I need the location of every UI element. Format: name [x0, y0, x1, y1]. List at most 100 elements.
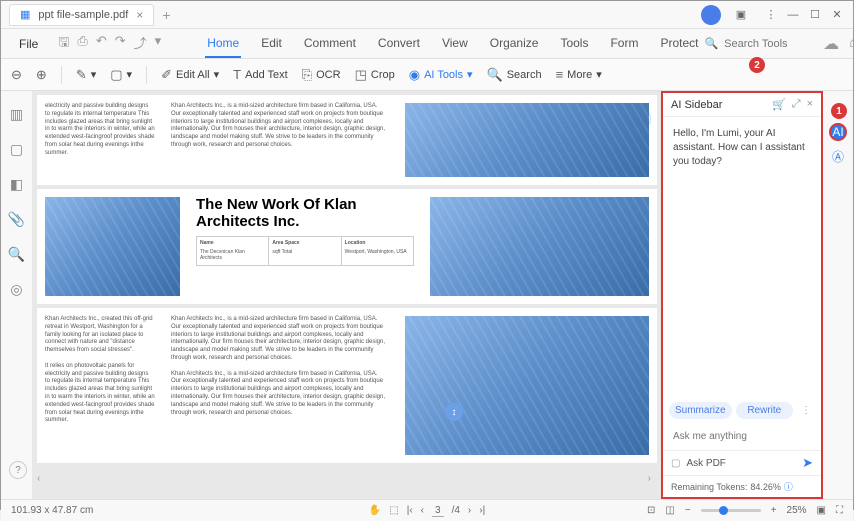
tab-convert[interactable]: Convert — [376, 30, 422, 58]
summarize-chip[interactable]: Summarize — [669, 402, 732, 419]
statusbar: 101.93 x 47.87 cm ✋ ⬚ |‹ ‹ 3 /4 › ›| ⊡ ◫… — [1, 499, 853, 521]
new-tab-button[interactable]: + — [162, 7, 170, 23]
prev-page-icon[interactable]: ‹ — [421, 505, 424, 516]
ai-sidebar-title: AI Sidebar — [671, 99, 722, 111]
save-icon[interactable]: 🖫 — [58, 33, 69, 55]
close-tab-icon[interactable]: × — [136, 8, 143, 22]
rewrite-chip[interactable]: Rewrite — [736, 402, 793, 419]
tokens-value: 84.26% — [750, 482, 781, 492]
tab-protect[interactable]: Protect — [658, 30, 700, 58]
search-button[interactable]: 🔍Search — [487, 67, 542, 83]
print-icon[interactable]: ⎙ — [77, 33, 87, 55]
edit-all-button[interactable]: ✐Edit All▾ — [161, 67, 219, 83]
home-icon[interactable]: ⌂ — [849, 34, 854, 54]
highlight-button[interactable]: ✎▾ — [76, 67, 96, 83]
kebab-menu-icon[interactable]: ⋮ — [761, 5, 781, 25]
document-viewport[interactable]: 📋 electricity and passive building desig… — [33, 91, 661, 499]
attachments-icon[interactable]: 📎 — [8, 211, 25, 228]
send-icon[interactable]: ➤ — [802, 455, 813, 471]
next-page-icon[interactable]: › — [468, 505, 471, 516]
ai-footer: Remaining Tokens: 84.26% ⓘ — [663, 475, 821, 497]
user-avatar[interactable] — [701, 5, 721, 25]
bookmarks-icon[interactable]: ▢ — [10, 141, 23, 158]
fit-width-icon[interactable]: ⊡ — [647, 505, 655, 516]
page-coordinates: 101.93 x 47.87 cm — [11, 505, 93, 516]
scroll-left-icon[interactable]: ‹ — [37, 473, 40, 484]
shape-button[interactable]: ▢▾ — [110, 67, 132, 83]
minimize-button[interactable]: — — [783, 5, 803, 25]
tab-view[interactable]: View — [440, 30, 470, 58]
zoom-level[interactable]: 25% — [787, 505, 807, 516]
page-main: The New Work Of Klan Architects Inc. Nam… — [37, 189, 657, 304]
fit-page-icon[interactable]: ◫ — [665, 505, 674, 516]
dropdown-icon[interactable]: ▾ — [155, 33, 162, 55]
gift-icon[interactable]: ▣ — [731, 5, 751, 25]
tab-home[interactable]: Home — [205, 30, 241, 58]
layers-icon[interactable]: ◧ — [10, 176, 23, 193]
search-tools[interactable]: 🔍 — [704, 37, 804, 50]
ai-sidebar: AI Sidebar 🛒 ⤢ × Hello, I'm Lumi, your A… — [661, 91, 823, 499]
last-page-icon[interactable]: ›| — [479, 505, 485, 516]
zoom-out-status-icon[interactable]: − — [685, 505, 691, 516]
info-table: NameThe Decxnican Klan Architects Area S… — [196, 236, 414, 266]
more-actions-icon[interactable]: ⋮ — [797, 405, 815, 416]
zoom-in-status-icon[interactable]: + — [771, 505, 777, 516]
right-rail: ⚙ 1 AI Ⓐ — [823, 91, 853, 499]
tab-comment[interactable]: Comment — [302, 30, 358, 58]
hand-tool-icon[interactable]: ✋ — [369, 505, 381, 516]
info-icon[interactable]: ⓘ — [784, 480, 793, 493]
tab-organize[interactable]: Organize — [488, 30, 541, 58]
zoom-slider[interactable] — [701, 509, 761, 512]
maximize-button[interactable]: ☐ — [805, 5, 825, 25]
file-menu[interactable]: File — [11, 33, 46, 55]
crop-button[interactable]: ◳Crop — [355, 67, 395, 83]
cloud-icon[interactable]: ☁ — [823, 34, 839, 54]
cart-icon[interactable]: 🛒 — [772, 98, 786, 111]
toolbar: ⊖ ⊕ ✎▾ ▢▾ ✐Edit All▾ TAdd Text ⎘OCR ◳Cro… — [1, 59, 853, 91]
close-window-button[interactable]: ✕ — [827, 5, 847, 25]
help-icon[interactable]: ? — [9, 461, 27, 479]
ai-quick-actions: Summarize Rewrite ⋮ — [663, 398, 821, 423]
select-tool-icon[interactable]: ⬚ — [389, 505, 398, 516]
tab-edit[interactable]: Edit — [259, 30, 284, 58]
content-area: ▥ ▢ ◧ 📎 🔍 ◎ 📋 electricity and passive bu… — [1, 91, 853, 499]
building-image-bottom — [405, 316, 649, 455]
first-page-icon[interactable]: |‹ — [407, 505, 413, 516]
page-nav: ✋ ⬚ |‹ ‹ 3 /4 › ›| — [369, 505, 485, 517]
tokens-label: Remaining Tokens: — [671, 482, 747, 492]
read-mode-icon[interactable]: ▣ — [817, 505, 826, 516]
scroll-indicator-icon[interactable]: ↕ — [445, 403, 463, 421]
zoom-in-button[interactable]: ⊕ — [36, 67, 47, 83]
ai-toggle-button[interactable]: AI — [829, 123, 847, 141]
search-tools-input[interactable] — [724, 38, 804, 50]
text-column-bottom: Khan Architects Inc., created this off-g… — [45, 316, 155, 455]
ocr-button[interactable]: ⎘OCR — [302, 67, 341, 83]
settings-icon[interactable]: ◎ — [10, 281, 22, 298]
close-sidebar-icon[interactable]: × — [807, 98, 813, 111]
titlebar: ▦ ppt file-sample.pdf × + ▣ ⋮ — ☐ ✕ — [1, 1, 853, 29]
expand-icon[interactable]: ⤢ — [792, 98, 801, 111]
ai-greeting-message: Hello, I'm Lumi, your AI assistant. How … — [663, 117, 821, 179]
ai-prompt-input[interactable] — [669, 427, 815, 446]
add-text-button[interactable]: TAdd Text — [233, 67, 288, 82]
tab-form[interactable]: Form — [608, 30, 640, 58]
ask-pdf-label: Ask PDF — [686, 458, 796, 469]
fullscreen-icon[interactable]: ⛶ — [836, 505, 843, 516]
thumbnails-icon[interactable]: ▥ — [10, 106, 23, 123]
redo-icon[interactable]: ↷ — [115, 33, 126, 55]
callout-marker-1: 1 — [831, 103, 847, 119]
more-button[interactable]: ≡More▾ — [556, 67, 602, 82]
translate-icon[interactable]: Ⓐ — [829, 147, 847, 165]
page-number[interactable]: 3 — [432, 505, 444, 517]
zoom-out-button[interactable]: ⊖ — [11, 67, 22, 83]
attach-icon[interactable]: ▢ — [671, 458, 680, 469]
undo-icon[interactable]: ↶ — [96, 33, 107, 55]
tab-tools[interactable]: Tools — [558, 30, 590, 58]
scroll-right-icon[interactable]: › — [648, 473, 651, 484]
document-tab[interactable]: ▦ ppt file-sample.pdf × — [9, 4, 154, 26]
left-rail: ▥ ▢ ◧ 📎 🔍 ◎ — [1, 91, 33, 499]
search-panel-icon[interactable]: 🔍 — [8, 246, 25, 263]
share-icon[interactable]: ⤴ — [134, 33, 147, 55]
menubar: File 🖫 ⎙ ↶ ↷ ⤴ ▾ Home Edit Comment Conve… — [1, 29, 853, 59]
ai-tools-button[interactable]: ◉AI Tools▾ — [409, 67, 473, 83]
